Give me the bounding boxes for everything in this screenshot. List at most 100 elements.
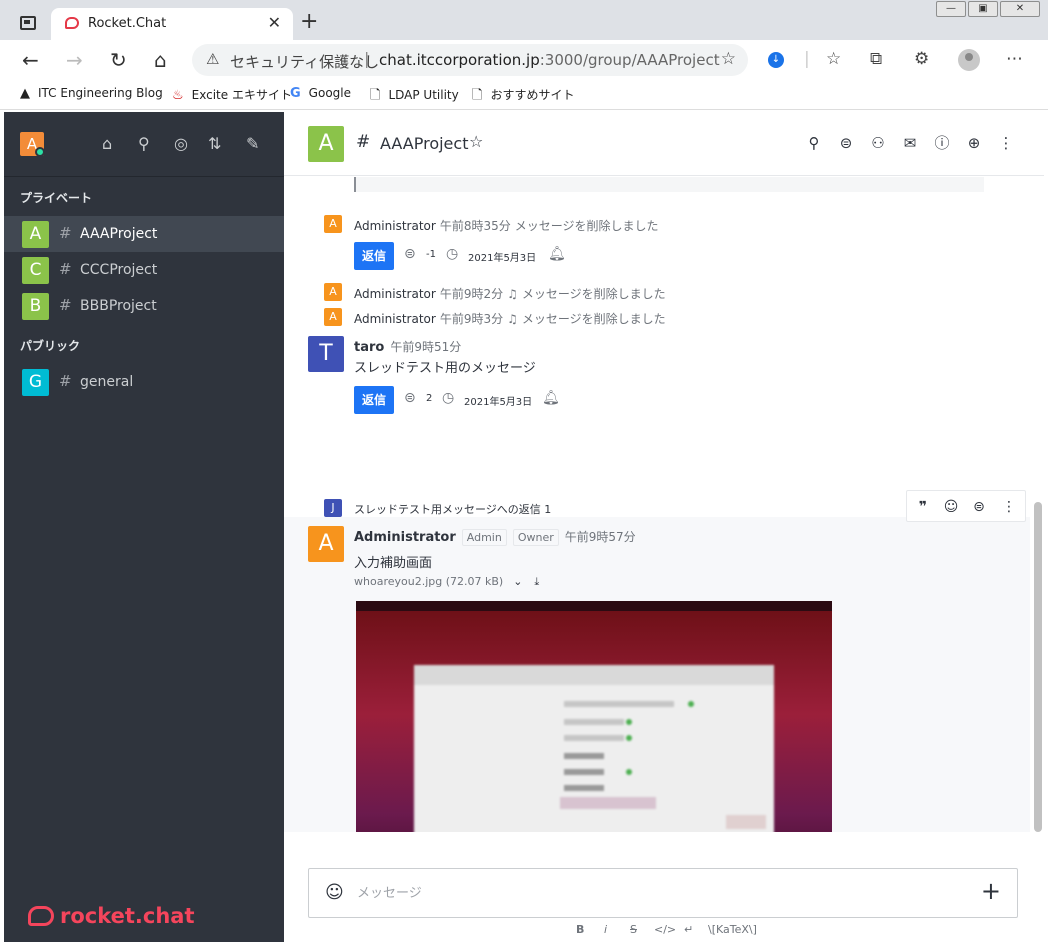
url-box[interactable]: ⚠ セキュリティ保護なし | chat.itccorporation.jp:30… bbox=[192, 44, 748, 76]
add-reaction-icon[interactable]: ☺ bbox=[941, 497, 961, 517]
bell-icon[interactable]: 🔔︎ bbox=[542, 390, 560, 406]
minimize-button[interactable]: — bbox=[936, 1, 966, 17]
bookmark-ldap-utility[interactable]: 🗋 LDAP Utility bbox=[370, 86, 459, 108]
clock-icon: ◷ bbox=[442, 390, 455, 406]
user-avatar[interactable]: A bbox=[308, 526, 344, 562]
username[interactable]: Administrator bbox=[354, 287, 436, 301]
kebab-menu-icon[interactable]: ⋮ bbox=[996, 133, 1016, 153]
browser-tab[interactable]: Rocket.Chat ✕ bbox=[51, 8, 293, 40]
rocketchat-logo-icon bbox=[28, 906, 54, 926]
add-favorite-icon[interactable]: ☆ bbox=[721, 49, 736, 69]
room-avatar: A bbox=[22, 221, 49, 248]
more-options-icon[interactable]: ⋮ bbox=[999, 497, 1019, 517]
online-status-indicator bbox=[35, 147, 45, 157]
home-icon[interactable]: ⌂ bbox=[102, 134, 112, 153]
profile-avatar[interactable] bbox=[958, 49, 980, 71]
blurred-field bbox=[564, 785, 604, 791]
back-icon[interactable]: ← bbox=[22, 48, 39, 72]
forward-icon[interactable]: → bbox=[66, 48, 83, 72]
user-avatar[interactable]: A bbox=[324, 308, 342, 326]
files-icon[interactable]: ✉ bbox=[900, 133, 920, 153]
restore-button[interactable]: ▣ bbox=[968, 1, 998, 17]
room-avatar: G bbox=[22, 369, 49, 396]
threads-icon[interactable]: ⊜ bbox=[836, 133, 856, 153]
username[interactable]: Administrator bbox=[354, 530, 456, 545]
members-icon[interactable]: ⚇ bbox=[868, 133, 888, 153]
search-icon[interactable]: ⚲ bbox=[138, 134, 150, 153]
username[interactable]: Administrator bbox=[354, 219, 436, 233]
message-text: スレッドテスト用のメッセージ bbox=[354, 361, 536, 376]
sort-icon[interactable]: ⇅ bbox=[208, 134, 221, 153]
discussions-icon[interactable]: ⊕ bbox=[964, 133, 984, 153]
emoji-picker-icon[interactable]: ☺ bbox=[325, 882, 344, 903]
bookmark-itc-blog[interactable]: ▲ ITC Engineering Blog bbox=[20, 86, 163, 101]
blurred-dialog-titlebar bbox=[414, 665, 774, 685]
format-multiline-button[interactable]: ↵ bbox=[684, 923, 693, 936]
username[interactable]: Administrator bbox=[354, 312, 436, 326]
format-bold-button[interactable]: B bbox=[576, 923, 584, 936]
blurred-field bbox=[564, 719, 624, 725]
sidebar-item-bbbproject[interactable]: B # BBBProject bbox=[4, 288, 284, 324]
directory-icon[interactable]: ◎ bbox=[174, 134, 188, 153]
more-menu-icon[interactable]: ⋯ bbox=[1006, 49, 1023, 69]
file-name-link[interactable]: whoareyou2.jpg (72.07 kB) bbox=[354, 575, 503, 588]
room-info-icon[interactable]: ⓘ bbox=[932, 133, 952, 153]
blurred-field bbox=[564, 701, 674, 707]
reply-button[interactable]: 返信 bbox=[354, 242, 394, 270]
message-input[interactable] bbox=[357, 883, 957, 903]
room-avatar: B bbox=[22, 293, 49, 320]
bookmark-google[interactable]: G Google bbox=[290, 86, 351, 101]
add-attachment-icon[interactable]: + bbox=[981, 877, 1001, 905]
favorites-icon[interactable]: ☆ bbox=[826, 49, 841, 69]
message-composer: ☺ + bbox=[308, 868, 1018, 918]
reply-button[interactable]: 返信 bbox=[354, 386, 394, 414]
sidebar-item-cccproject[interactable]: C # CCCProject bbox=[4, 252, 284, 288]
window-controls: — ▣ ✕ bbox=[934, 1, 1040, 17]
message-list-scrollbar[interactable] bbox=[1034, 502, 1042, 832]
user-avatar[interactable]: T bbox=[308, 336, 344, 372]
user-avatar[interactable]: A bbox=[324, 215, 342, 233]
bell-icon[interactable]: 🔔︎ bbox=[548, 246, 566, 262]
section-public: パブリック bbox=[20, 339, 81, 353]
create-new-icon[interactable]: ✎ bbox=[246, 134, 259, 153]
window-menu-icon[interactable] bbox=[20, 16, 36, 30]
extensions-icon[interactable]: ⚙ bbox=[914, 49, 929, 69]
bookmark-excite[interactable]: ♨ Excite エキサイト bbox=[172, 86, 292, 103]
bookmark-recommended[interactable]: 🗋 おすすめサイト bbox=[472, 86, 574, 108]
message-text: 入力補助画面 bbox=[354, 556, 433, 571]
format-strike-button[interactable]: S bbox=[630, 923, 637, 936]
image-attachment[interactable] bbox=[356, 601, 832, 832]
format-italic-button[interactable]: i bbox=[604, 923, 607, 936]
search-messages-icon[interactable]: ⚲ bbox=[804, 133, 824, 153]
quote-icon[interactable]: ❞ bbox=[913, 497, 933, 517]
last-reply-date: 2021年5月3日 bbox=[464, 397, 533, 408]
sidebar-item-general[interactable]: G # general bbox=[4, 364, 284, 400]
home-icon[interactable]: ⌂ bbox=[154, 48, 167, 72]
collections-icon[interactable]: ⧉ bbox=[870, 49, 882, 69]
reload-icon[interactable]: ↻ bbox=[110, 48, 127, 72]
last-reply-date: 2021年5月3日 bbox=[468, 253, 537, 264]
format-code-button[interactable]: </> bbox=[654, 923, 676, 936]
favorite-star-icon[interactable]: ☆ bbox=[469, 132, 483, 151]
download-file-icon[interactable]: ⤓ bbox=[534, 575, 539, 588]
sidebar-item-aaaproject[interactable]: A # AAAProject bbox=[4, 216, 284, 252]
reply-in-thread-icon[interactable]: ⊜ bbox=[969, 497, 989, 517]
new-tab-icon[interactable]: + bbox=[300, 9, 318, 34]
collapse-chevron-icon[interactable]: ⌄ bbox=[513, 575, 522, 588]
warning-icon[interactable]: ⚠ bbox=[206, 50, 219, 68]
section-private: プライベート bbox=[20, 191, 93, 205]
message-list[interactable]: A Administrator 午前8時35分 メッセージを削除しました 返信 ⊜ … bbox=[284, 177, 1030, 832]
private-channel-icon: # bbox=[59, 296, 72, 314]
room-name: general bbox=[80, 374, 134, 390]
download-icon[interactable]: ↓ bbox=[768, 52, 784, 68]
security-label[interactable]: セキュリティ保護なし bbox=[230, 51, 379, 72]
username[interactable]: taro bbox=[354, 340, 384, 355]
url-text[interactable]: chat.itccorporation.jp:3000/group/AAAPro… bbox=[379, 51, 720, 69]
excite-icon: ♨ bbox=[172, 88, 184, 103]
user-avatar[interactable]: A bbox=[324, 283, 342, 301]
blurred-field bbox=[564, 753, 604, 759]
format-katex-button[interactable]: \[KaTeX\] bbox=[708, 923, 757, 936]
close-window-button[interactable]: ✕ bbox=[1000, 1, 1040, 17]
close-tab-icon[interactable]: ✕ bbox=[268, 13, 281, 32]
blurred-check bbox=[626, 769, 632, 775]
